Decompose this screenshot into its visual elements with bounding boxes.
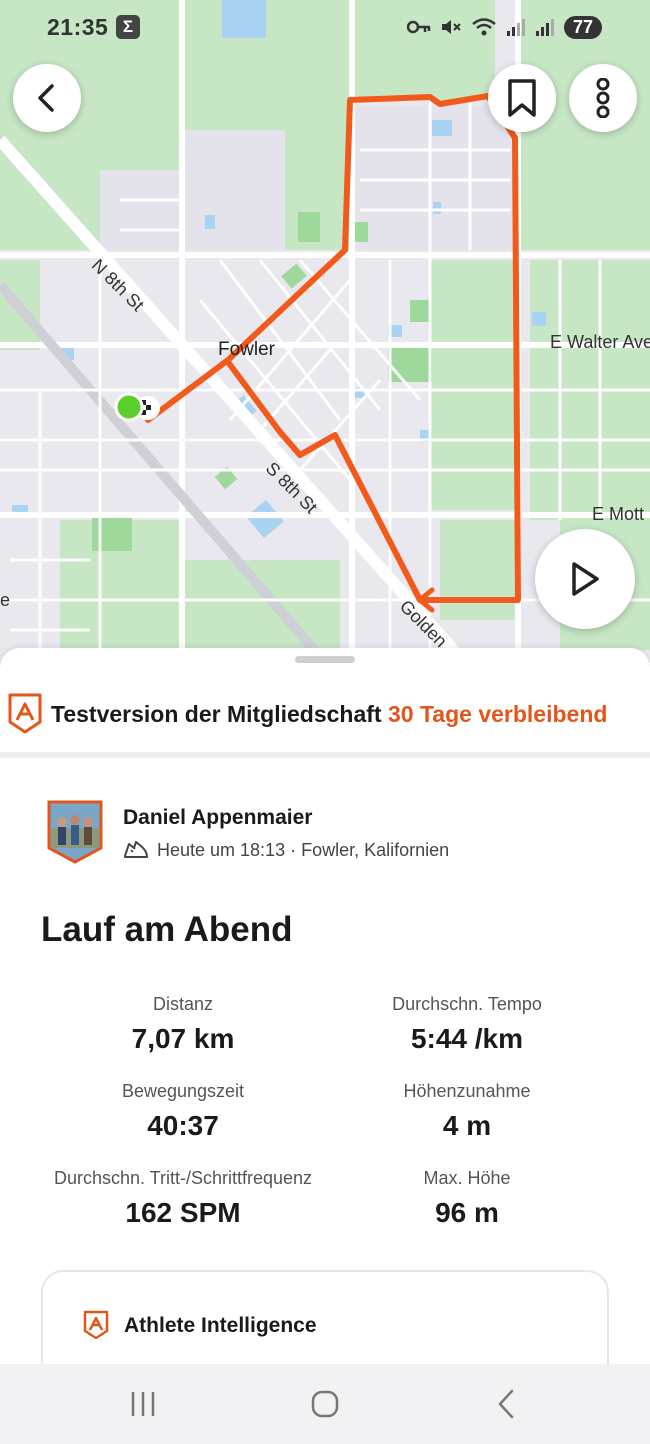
back-nav-icon [498, 1389, 514, 1419]
map-label-mott: E Mott [592, 504, 645, 524]
stat-cadence: Durchschn. Tritt-/Schrittfrequenz 162 SP… [33, 1168, 333, 1229]
running-shoe-icon [124, 841, 148, 858]
status-bar: 21:35 Σ 77 [0, 0, 650, 56]
start-marker [114, 392, 144, 422]
stat-value: 162 SPM [125, 1197, 241, 1228]
section-divider [0, 752, 650, 758]
back-button[interactable] [13, 64, 81, 132]
strava-shield-icon [83, 1310, 109, 1340]
stat-value: 96 m [435, 1197, 499, 1228]
chevron-left-icon [38, 84, 54, 112]
trial-banner[interactable]: Testversion der Mitgliedschaft 30 Tage v… [0, 688, 650, 740]
wifi-icon [472, 18, 496, 36]
athlete-intelligence-card[interactable]: Athlete Intelligence [41, 1270, 609, 1364]
stat-value: 5:44 /km [410, 1023, 524, 1054]
avatar[interactable] [45, 800, 105, 864]
stat-value: 40:37 [147, 1110, 219, 1141]
system-nav-bar [0, 1364, 650, 1444]
stat-label: Bewegungszeit [121, 1081, 245, 1101]
trial-text: Testversion der Mitgliedschaft 30 Tage v… [51, 701, 607, 728]
map-label-edge: e [0, 590, 11, 610]
battery-indicator: 77 [563, 15, 602, 39]
play-flyover-button[interactable] [535, 529, 635, 629]
bookmark-button[interactable] [488, 64, 556, 132]
stat-label: Distanz [152, 994, 214, 1014]
stat-label: Durchschn. Tempo [392, 994, 542, 1014]
map-label-town: Fowler [218, 339, 276, 360]
stat-distance: Distanz 7,07 km [33, 994, 333, 1055]
athlete-intelligence-title: Athlete Intelligence [124, 1314, 317, 1337]
stat-elevation-gain: Höhenzunahme 4 m [317, 1081, 617, 1142]
recents-icon [131, 1392, 155, 1416]
home-button[interactable] [295, 1384, 355, 1424]
route-map[interactable]: N 8th St S 8th St Fowler E Walter Ave E … [0, 0, 650, 680]
recents-button[interactable] [113, 1384, 173, 1424]
athlete-name[interactable]: Daniel Appenmaier [123, 806, 312, 830]
signal-icon [535, 19, 554, 36]
activity-title: Lauf am Abend [41, 910, 293, 949]
home-icon [311, 1390, 339, 1418]
stat-moving-time: Bewegungszeit 40:37 [33, 1081, 333, 1142]
app-notification-icon: Σ [116, 15, 140, 39]
stat-label: Max. Höhe [423, 1168, 511, 1188]
play-icon [572, 562, 599, 596]
trial-remaining: 30 Tage verbleibend [387, 701, 608, 727]
key-icon [406, 20, 431, 34]
strava-shield-icon [8, 693, 42, 734]
stat-max-elevation: Max. Höhe 96 m [317, 1168, 617, 1229]
mute-icon [441, 20, 461, 34]
trial-label: Testversion der Mitgliedschaft [51, 701, 382, 727]
stat-label: Höhenzunahme [403, 1081, 531, 1101]
stat-value: 4 m [442, 1110, 492, 1141]
status-time: 21:35 [47, 14, 109, 40]
status-icons: 77 [406, 14, 602, 40]
activity-meta: Heute um 18:13 · Fowler, Kalifornien [123, 838, 449, 862]
map-label-walter: E Walter Ave [550, 332, 650, 352]
stat-value: 7,07 km [131, 1023, 235, 1054]
signal-icon [506, 19, 525, 36]
more-options-button[interactable] [569, 64, 637, 132]
more-vertical-icon [596, 78, 610, 118]
stat-label: Durchschn. Tritt-/Schrittfrequenz [53, 1168, 313, 1188]
sheet-grabber[interactable] [295, 656, 355, 663]
activity-sheet[interactable]: Testversion der Mitgliedschaft 30 Tage v… [0, 648, 650, 1364]
stat-avg-pace: Durchschn. Tempo 5:44 /km [317, 994, 617, 1055]
back-nav-button[interactable] [477, 1384, 537, 1424]
bookmark-icon [508, 79, 536, 117]
activity-time-location: Heute um 18:13 · Fowler, Kalifornien [157, 839, 450, 860]
